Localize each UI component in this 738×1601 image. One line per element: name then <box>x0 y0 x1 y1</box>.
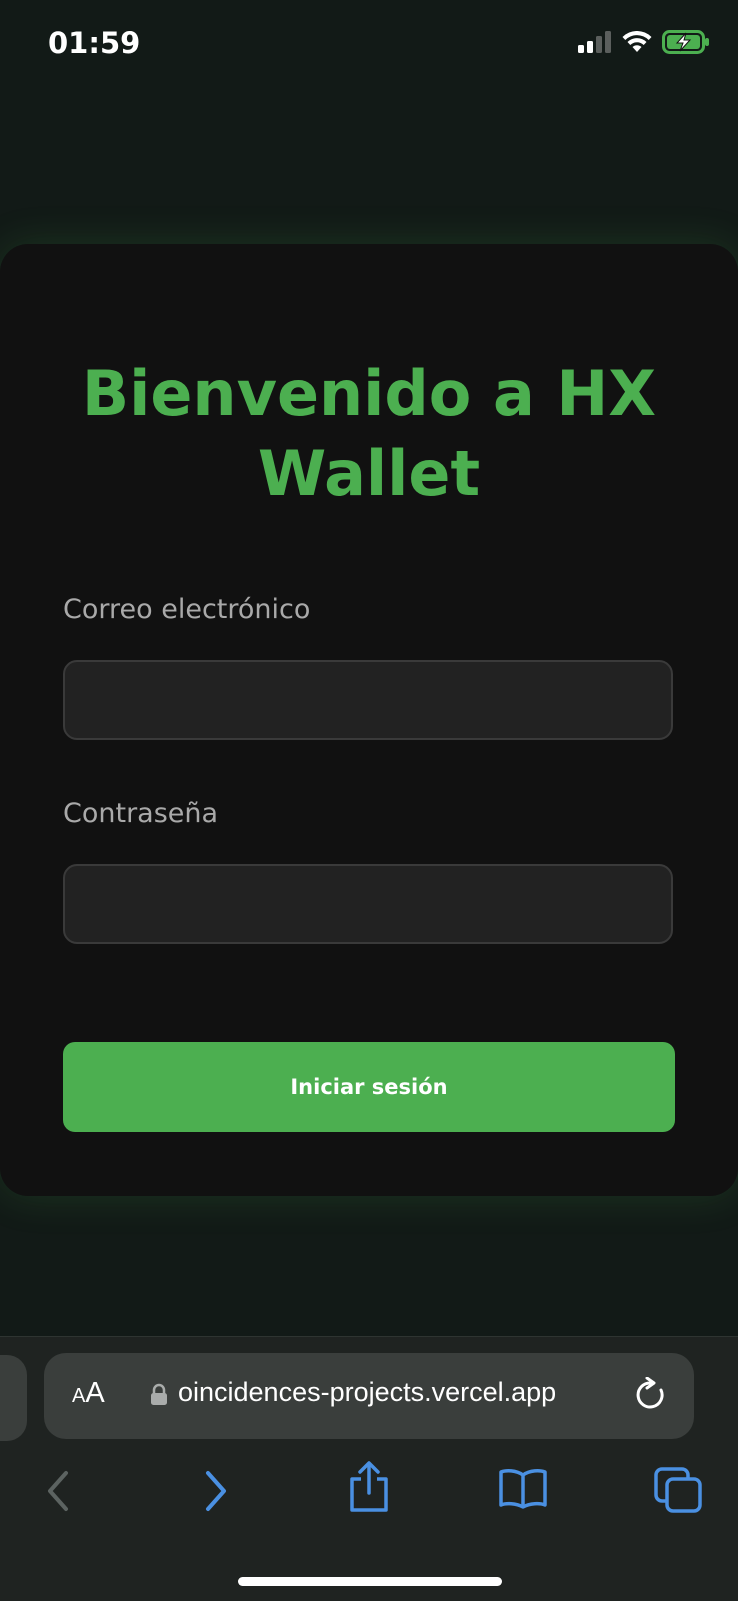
password-field[interactable] <box>63 864 673 944</box>
browser-toolbar: AA oincidences-projects.vercel.app <box>0 1336 738 1601</box>
signal-icon <box>578 31 611 53</box>
status-bar: 01:59 <box>0 0 738 90</box>
page-title: Bienvenido a HX Wallet <box>81 357 657 510</box>
previous-tab-preview[interactable] <box>0 1355 27 1441</box>
address-bar[interactable]: AA oincidences-projects.vercel.app <box>44 1353 694 1439</box>
login-button[interactable]: Iniciar sesión <box>63 1042 675 1132</box>
share-icon[interactable] <box>348 1461 390 1513</box>
tabs-icon[interactable] <box>654 1467 702 1513</box>
home-indicator[interactable] <box>238 1577 502 1586</box>
password-label: Contraseña <box>63 798 219 829</box>
email-field[interactable] <box>63 660 673 740</box>
wifi-icon <box>622 31 652 52</box>
text-size-button[interactable]: AA <box>72 1377 105 1410</box>
back-icon[interactable] <box>44 1469 72 1513</box>
email-label: Correo electrónico <box>63 594 311 625</box>
url-text[interactable]: oincidences-projects.vercel.app <box>178 1377 658 1408</box>
login-card: Bienvenido a HX Wallet Correo electrónic… <box>0 244 738 1196</box>
lock-icon <box>151 1383 167 1405</box>
bookmarks-icon[interactable] <box>498 1467 548 1509</box>
status-icons <box>578 30 710 54</box>
forward-icon[interactable] <box>202 1469 230 1513</box>
status-time: 01:59 <box>48 26 141 60</box>
reload-icon[interactable] <box>634 1377 668 1413</box>
battery-icon <box>662 30 709 54</box>
